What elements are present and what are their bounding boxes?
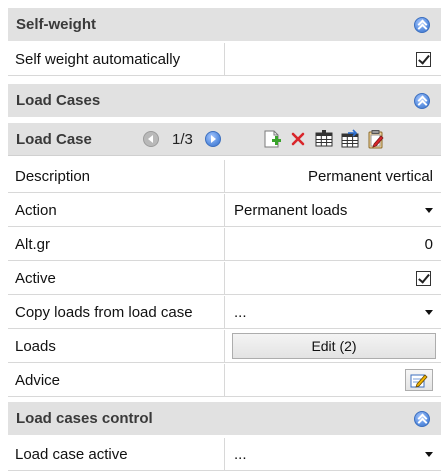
import-table-icon[interactable] <box>340 129 360 149</box>
property-label: Description <box>8 160 225 192</box>
property-label: Load case active <box>8 438 225 470</box>
new-load-case-icon[interactable] <box>262 129 282 149</box>
active-checkbox[interactable] <box>416 270 431 286</box>
property-label: Loads <box>8 330 225 362</box>
row-advice: Advice <box>8 364 441 397</box>
self-weight-checkbox[interactable] <box>416 51 431 67</box>
copy-loads-dropdown-value: ... <box>234 303 247 321</box>
previous-load-case-button[interactable] <box>143 131 159 147</box>
property-label: Copy loads from load case <box>8 296 225 328</box>
edit-loads-button[interactable]: Edit (2) <box>232 333 436 359</box>
load-case-active-dropdown-value: ... <box>234 445 247 463</box>
property-label: Active <box>8 262 225 294</box>
row-alt-gr: Alt.gr 0 <box>8 228 441 261</box>
table-icon[interactable] <box>314 129 334 149</box>
load-case-label: Load Case <box>16 130 92 148</box>
property-panel: Self-weight Self weight automatically Lo… <box>0 0 441 471</box>
next-load-case-button[interactable] <box>204 131 221 147</box>
property-label: Advice <box>8 364 225 396</box>
action-dropdown[interactable]: Permanent loads <box>226 194 441 226</box>
clipboard-edit-icon[interactable] <box>366 129 386 149</box>
section-header-load-cases[interactable]: Load Cases <box>8 84 441 117</box>
section-header-load-cases-control[interactable]: Load cases control <box>8 402 441 435</box>
action-dropdown-value: Permanent loads <box>234 201 348 219</box>
alt-gr-field[interactable]: 0 <box>226 228 441 260</box>
row-action: Action Permanent loads <box>8 194 441 227</box>
property-value <box>226 364 441 396</box>
collapse-icon[interactable] <box>414 16 430 33</box>
section-title: Self-weight <box>16 16 97 33</box>
section-title: Load Cases <box>16 92 101 109</box>
property-label: Action <box>8 194 225 226</box>
property-label: Alt.gr <box>8 228 225 260</box>
row-copy-loads: Copy loads from load case ... <box>8 296 441 329</box>
chevron-down-icon[interactable] <box>425 451 433 457</box>
delete-icon[interactable] <box>288 129 308 149</box>
chevron-down-icon[interactable] <box>425 309 433 315</box>
note-edit-icon <box>410 374 428 388</box>
property-value <box>226 262 441 294</box>
load-case-active-dropdown[interactable]: ... <box>226 438 441 470</box>
section-title: Load cases control <box>16 410 153 427</box>
row-loads: Loads Edit (2) <box>8 330 441 363</box>
copy-loads-dropdown[interactable]: ... <box>226 296 441 328</box>
property-label: Self weight automatically <box>8 43 225 75</box>
load-case-toolbar: Load Case 1/3 <box>8 123 441 156</box>
property-value <box>226 43 441 75</box>
load-case-tools <box>262 123 386 155</box>
load-case-nav: 1/3 <box>143 123 221 155</box>
row-self-weight-automatically: Self weight automatically <box>8 43 441 76</box>
collapse-icon[interactable] <box>414 92 430 109</box>
row-description: Description Permanent vertical <box>8 160 441 193</box>
row-load-case-active: Load case active ... <box>8 438 441 471</box>
advice-edit-button[interactable] <box>405 369 433 391</box>
load-case-pager: 1/3 <box>172 130 193 148</box>
row-active: Active <box>8 262 441 295</box>
collapse-icon[interactable] <box>414 410 430 427</box>
section-header-self-weight[interactable]: Self-weight <box>8 8 441 41</box>
chevron-down-icon[interactable] <box>425 207 433 213</box>
description-field[interactable]: Permanent vertical <box>226 160 441 192</box>
